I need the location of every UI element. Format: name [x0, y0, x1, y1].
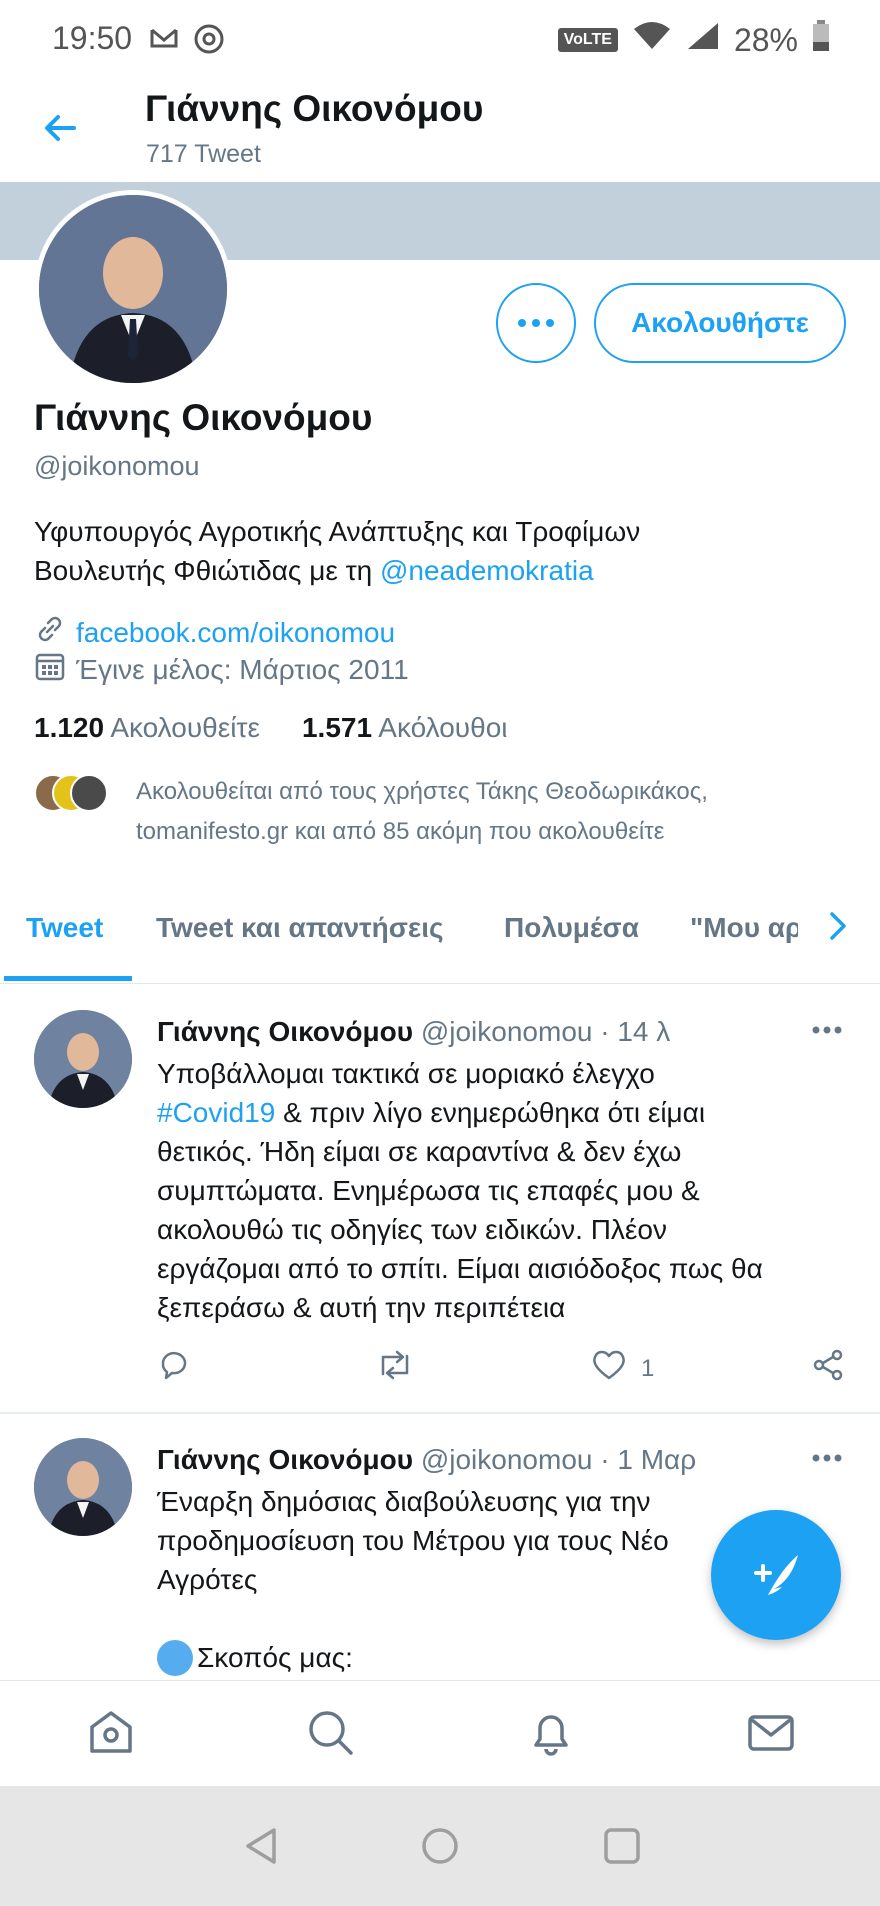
tweet-text: Υποβάλλομαι τακτικά σε μοριακό έλεγχο #C…	[157, 1054, 857, 1327]
search-icon[interactable]	[305, 1707, 355, 1762]
like-button[interactable]: 1	[591, 1348, 654, 1389]
followers-count: 1.571	[301, 712, 373, 743]
tweet-time: · 1 Μαρ	[600, 1444, 697, 1475]
battery-text: 28%	[733, 21, 798, 58]
system-home-icon[interactable]	[418, 1824, 462, 1873]
tweet-line-text: & πριν λίγο ενημερώθηκα ότι είμαι	[275, 1097, 706, 1128]
signal-icon	[686, 21, 720, 59]
bio-mention-link[interactable]: @neademokratia	[380, 555, 594, 586]
tweet-more-icon[interactable]	[812, 1022, 842, 1040]
avatar[interactable]	[34, 1438, 132, 1536]
followed-by-line-2: tomanifesto.gr και από 85 ακόμη που ακολ…	[136, 818, 665, 845]
tweet-line: θετικός. Ήδη είμαι σε καραντίνα & δεν έχ…	[157, 1136, 682, 1167]
follow-button[interactable]: Ακολουθήστε	[594, 283, 846, 363]
tweet-line: συμπτώματα. Ενημέρωσα τις επαφές μου &	[157, 1175, 700, 1206]
following-label: Ακολουθείτε	[110, 712, 260, 743]
divider	[0, 1412, 880, 1414]
followed-by-text: Ακολουθείται από τους χρήστες Τάκης Θεοδ…	[136, 772, 836, 852]
tab-likes[interactable]: "Μου αρ	[690, 912, 798, 944]
tweet-header: Γιάννης Οικονόμου @joikonomou · 14 λ	[157, 1016, 670, 1048]
retweet-icon[interactable]	[375, 1348, 415, 1382]
tweet-header: Γιάννης Οικονόμου @joikonomou · 1 Μαρ	[157, 1444, 696, 1476]
status-time: 19:50	[52, 20, 133, 56]
tweet-line: Σκοπός μας:	[157, 1638, 857, 1677]
more-options-button[interactable]	[496, 283, 576, 363]
tweet-line: Υποβάλλομαι τακτικά σε μοριακό έλεγχο	[157, 1058, 655, 1089]
header-title: Γιάννης Οικονόμου	[145, 88, 484, 129]
messages-icon[interactable]	[746, 1707, 796, 1762]
compose-tweet-button[interactable]	[711, 1510, 841, 1640]
joined-row: Έγινε μέλος: Μάρτιος 2011	[34, 650, 409, 689]
profile-avatar[interactable]	[34, 190, 232, 388]
followers-label: Ακόλουθοι	[378, 712, 508, 743]
tweet[interactable]: Γιάννης Οικονόμου @joikonomou · 14 λ Υπο…	[0, 1000, 880, 1412]
status-bar: 19:50 VoLTE 28%	[0, 0, 880, 78]
mini-avatar-3	[70, 774, 108, 812]
active-tab-indicator	[4, 976, 132, 981]
tweet-actions: 1	[157, 1348, 847, 1392]
followed-by-avatars	[34, 774, 110, 814]
bio-line-2-text: Βουλευτής Φθιώτιδας με τη	[34, 555, 380, 586]
bio-line-1: Υφυπουργός Αγροτικής Ανάπτυξης και Τροφί…	[34, 516, 641, 547]
tweet-more-icon[interactable]	[812, 1450, 842, 1468]
tweet-line: #Covid19 & πριν λίγο ενημερώθηκα ότι είμ…	[157, 1093, 857, 1132]
at-icon	[192, 22, 226, 61]
battery-icon	[812, 20, 830, 60]
profile-stats: 1.120 Ακολουθείτε 1.571 Ακόλουθοι	[34, 712, 507, 744]
calendar-icon	[34, 650, 66, 689]
followed-by-line-1: Ακολουθείται από τους χρήστες Τάκης Θεοδ…	[136, 778, 708, 805]
more-icon	[518, 319, 554, 327]
bio-line-2: Βουλευτής Φθιώτιδας με τη @neademokratia	[34, 551, 854, 590]
chevron-right-icon[interactable]	[822, 906, 852, 951]
link-icon	[34, 613, 66, 652]
reply-icon[interactable]	[157, 1348, 191, 1382]
hashtag-link[interactable]: #Covid19	[157, 1097, 275, 1128]
tweet-author-handle: @joikonomou	[420, 1016, 593, 1047]
header-tweet-count: 717 Tweet	[146, 140, 261, 168]
profile-link-row: facebook.com/oikonomou	[34, 613, 395, 652]
like-icon	[591, 1348, 627, 1389]
profile-website-link[interactable]: facebook.com/oikonomou	[76, 617, 395, 649]
like-count: 1	[641, 1354, 655, 1382]
profile-handle: @joikonomou	[34, 451, 200, 481]
tweet-author-handle: @joikonomou	[420, 1444, 593, 1475]
tweet-author-name[interactable]: Γιάννης Οικονόμου	[157, 1444, 413, 1475]
system-back-icon[interactable]	[240, 1824, 282, 1873]
tweet-line: ξεπεράσω & αυτή την περιπέτεια	[157, 1292, 566, 1323]
notifications-icon[interactable]	[526, 1707, 576, 1762]
profile-bio: Υφυπουργός Αγροτικής Ανάπτυξης και Τροφί…	[34, 512, 854, 590]
avatar[interactable]	[34, 1010, 132, 1108]
home-icon[interactable]	[86, 1707, 136, 1762]
tab-tweets-replies[interactable]: Tweet και απαντήσεις	[156, 912, 444, 944]
tab-media[interactable]: Πολυμέσα	[504, 912, 639, 944]
system-nav-bar	[0, 1786, 880, 1906]
tweet-line-text: Σκοπός μας:	[197, 1642, 353, 1673]
tweet-author-name[interactable]: Γιάννης Οικονόμου	[157, 1016, 413, 1047]
tweet-line: ακολουθώ τις οδηγίες των ειδικών. Πλέον	[157, 1214, 667, 1245]
share-icon[interactable]	[811, 1348, 845, 1382]
compose-icon	[754, 1555, 798, 1595]
profile-tabs: Tweet Tweet και απαντήσεις Πολυμέσα "Μου…	[0, 898, 880, 984]
following-count: 1.120	[34, 712, 105, 743]
profile-name: Γιάννης Οικονόμου	[34, 397, 373, 438]
system-recents-icon[interactable]	[600, 1824, 644, 1873]
status-right: VoLTE 28%	[557, 20, 830, 60]
bottom-nav	[0, 1680, 880, 1786]
tweet-time: · 14 λ	[600, 1016, 671, 1047]
followers-stat[interactable]: 1.571 Ακόλουθοι	[302, 712, 508, 744]
wifi-icon	[632, 21, 672, 59]
blue-circle-icon	[157, 1639, 193, 1676]
volte-badge: VoLTE	[557, 28, 618, 52]
followed-by-row[interactable]: Ακολουθείται από τους χρήστες Τάκης Θεοδ…	[34, 772, 836, 852]
joined-date: Έγινε μέλος: Μάρτιος 2011	[76, 653, 409, 685]
back-arrow-icon[interactable]	[40, 108, 80, 153]
tweet-line: εργάζομαι από το σπίτι. Είμαι αισιόδοξος…	[157, 1253, 763, 1284]
gmail-icon	[150, 26, 178, 55]
following-stat[interactable]: 1.120 Ακολουθείτε	[34, 712, 260, 744]
tab-tweets[interactable]: Tweet	[26, 912, 103, 944]
